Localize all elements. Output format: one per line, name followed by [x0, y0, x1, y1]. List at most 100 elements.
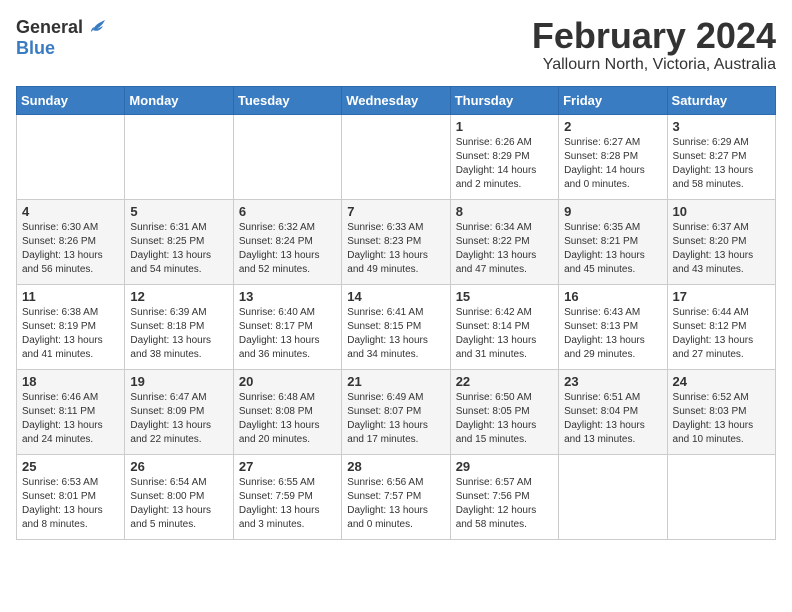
calendar-cell: 28Sunrise: 6:56 AM Sunset: 7:57 PM Dayli… [342, 454, 450, 539]
day-number: 13 [239, 289, 336, 304]
day-info: Sunrise: 6:37 AM Sunset: 8:20 PM Dayligh… [673, 221, 770, 277]
calendar-cell: 5 Sunrise: 6:31 AM Sunset: 8:25 PM Daylig… [125, 199, 233, 284]
day-number: 4 [22, 204, 119, 219]
calendar-cell [667, 454, 775, 539]
day-info: Sunrise: 6:27 AM Sunset: 8:28 PM Dayligh… [564, 136, 661, 192]
day-number: 14 [347, 289, 444, 304]
day-number: 12 [130, 289, 227, 304]
day-info: Sunrise: 6:35 AM Sunset: 8:21 PM Dayligh… [564, 221, 661, 277]
day-info: Sunrise: 6:32 AM Sunset: 8:24 PM Dayligh… [239, 221, 336, 277]
title-section: February 2024 Yallourn North, Victoria, … [532, 16, 776, 74]
calendar-cell: 6 Sunrise: 6:32 AM Sunset: 8:24 PM Daylig… [233, 199, 341, 284]
day-number: 3 [673, 119, 770, 134]
day-number: 7 [347, 204, 444, 219]
calendar-cell: 24 Sunrise: 6:52 AM Sunset: 8:03 PM Dayli… [667, 369, 775, 454]
page-header: General Blue February 2024 Yallourn Nort… [16, 16, 776, 74]
calendar-cell: 23Sunrise: 6:51 AM Sunset: 8:04 PM Dayli… [559, 369, 667, 454]
day-info: Sunrise: 6:33 AM Sunset: 8:23 PM Dayligh… [347, 221, 444, 277]
calendar-cell: 19 Sunrise: 6:47 AM Sunset: 8:09 PM Dayli… [125, 369, 233, 454]
day-number: 9 [564, 204, 661, 219]
day-info: Sunrise: 6:54 AM Sunset: 8:00 PM Dayligh… [130, 476, 227, 532]
day-info: Sunrise: 6:56 AM Sunset: 7:57 PM Dayligh… [347, 476, 444, 532]
calendar-cell: 18 Sunrise: 6:46 AM Sunset: 8:11 PM Dayli… [17, 369, 125, 454]
calendar-cell: 26 Sunrise: 6:54 AM Sunset: 8:00 PM Dayli… [125, 454, 233, 539]
day-of-week-header: Friday [559, 86, 667, 114]
logo-blue-text: Blue [16, 38, 55, 59]
calendar-cell: 22 Sunrise: 6:50 AM Sunset: 8:05 PM Dayli… [450, 369, 558, 454]
calendar-cell: 16 Sunrise: 6:43 AM Sunset: 8:13 PM Dayli… [559, 284, 667, 369]
day-info: Sunrise: 6:44 AM Sunset: 8:12 PM Dayligh… [673, 306, 770, 362]
day-info: Sunrise: 6:39 AM Sunset: 8:18 PM Dayligh… [130, 306, 227, 362]
day-info: Sunrise: 6:31 AM Sunset: 8:25 PM Dayligh… [130, 221, 227, 277]
day-number: 22 [456, 374, 553, 389]
day-number: 6 [239, 204, 336, 219]
calendar-cell: 9 Sunrise: 6:35 AM Sunset: 8:21 PM Daylig… [559, 199, 667, 284]
calendar-week-row: 18 Sunrise: 6:46 AM Sunset: 8:11 PM Dayli… [17, 369, 776, 454]
calendar-week-row: 11 Sunrise: 6:38 AM Sunset: 8:19 PM Dayli… [17, 284, 776, 369]
day-number: 21 [347, 374, 444, 389]
calendar-cell [233, 114, 341, 199]
calendar-header-row: SundayMondayTuesdayWednesdayThursdayFrid… [17, 86, 776, 114]
day-of-week-header: Tuesday [233, 86, 341, 114]
calendar-cell: 1 Sunrise: 6:26 AM Sunset: 8:29 PM Daylig… [450, 114, 558, 199]
calendar-table: SundayMondayTuesdayWednesdayThursdayFrid… [16, 86, 776, 540]
day-number: 8 [456, 204, 553, 219]
day-number: 20 [239, 374, 336, 389]
calendar-cell: 12 Sunrise: 6:39 AM Sunset: 8:18 PM Dayli… [125, 284, 233, 369]
day-number: 17 [673, 289, 770, 304]
day-number: 19 [130, 374, 227, 389]
logo-general-text: General [16, 17, 83, 38]
logo: General Blue [16, 16, 107, 59]
day-info: Sunrise: 6:46 AM Sunset: 8:11 PM Dayligh… [22, 391, 119, 447]
day-of-week-header: Sunday [17, 86, 125, 114]
day-info: Sunrise: 6:26 AM Sunset: 8:29 PM Dayligh… [456, 136, 553, 192]
calendar-cell: 17 Sunrise: 6:44 AM Sunset: 8:12 PM Dayli… [667, 284, 775, 369]
day-info: Sunrise: 6:38 AM Sunset: 8:19 PM Dayligh… [22, 306, 119, 362]
day-number: 15 [456, 289, 553, 304]
day-info: Sunrise: 6:48 AM Sunset: 8:08 PM Dayligh… [239, 391, 336, 447]
day-number: 5 [130, 204, 227, 219]
day-info: Sunrise: 6:43 AM Sunset: 8:13 PM Dayligh… [564, 306, 661, 362]
calendar-cell: 27 Sunrise: 6:55 AM Sunset: 7:59 PM Dayli… [233, 454, 341, 539]
day-number: 24 [673, 374, 770, 389]
day-of-week-header: Saturday [667, 86, 775, 114]
day-info: Sunrise: 6:40 AM Sunset: 8:17 PM Dayligh… [239, 306, 336, 362]
calendar-cell: 21Sunrise: 6:49 AM Sunset: 8:07 PM Dayli… [342, 369, 450, 454]
day-number: 27 [239, 459, 336, 474]
calendar-week-row: 4 Sunrise: 6:30 AM Sunset: 8:26 PM Daylig… [17, 199, 776, 284]
day-of-week-header: Wednesday [342, 86, 450, 114]
calendar-cell: 25Sunrise: 6:53 AM Sunset: 8:01 PM Dayli… [17, 454, 125, 539]
calendar-cell: 4 Sunrise: 6:30 AM Sunset: 8:26 PM Daylig… [17, 199, 125, 284]
day-number: 10 [673, 204, 770, 219]
calendar-cell: 13 Sunrise: 6:40 AM Sunset: 8:17 PM Dayli… [233, 284, 341, 369]
day-info: Sunrise: 6:41 AM Sunset: 8:15 PM Dayligh… [347, 306, 444, 362]
calendar-cell [559, 454, 667, 539]
day-info: Sunrise: 6:55 AM Sunset: 7:59 PM Dayligh… [239, 476, 336, 532]
calendar-cell [342, 114, 450, 199]
day-number: 29 [456, 459, 553, 474]
day-number: 18 [22, 374, 119, 389]
calendar-cell: 8Sunrise: 6:34 AM Sunset: 8:22 PM Daylig… [450, 199, 558, 284]
day-of-week-header: Thursday [450, 86, 558, 114]
calendar-cell [17, 114, 125, 199]
calendar-cell: 10 Sunrise: 6:37 AM Sunset: 8:20 PM Dayli… [667, 199, 775, 284]
day-number: 11 [22, 289, 119, 304]
day-info: Sunrise: 6:50 AM Sunset: 8:05 PM Dayligh… [456, 391, 553, 447]
day-number: 25 [22, 459, 119, 474]
day-info: Sunrise: 6:30 AM Sunset: 8:26 PM Dayligh… [22, 221, 119, 277]
calendar-cell: 15 Sunrise: 6:42 AM Sunset: 8:14 PM Dayli… [450, 284, 558, 369]
calendar-cell: 2 Sunrise: 6:27 AM Sunset: 8:28 PM Daylig… [559, 114, 667, 199]
location-subtitle: Yallourn North, Victoria, Australia [532, 56, 776, 74]
day-info: Sunrise: 6:29 AM Sunset: 8:27 PM Dayligh… [673, 136, 770, 192]
day-number: 1 [456, 119, 553, 134]
day-info: Sunrise: 6:52 AM Sunset: 8:03 PM Dayligh… [673, 391, 770, 447]
day-number: 16 [564, 289, 661, 304]
day-number: 2 [564, 119, 661, 134]
calendar-week-row: 25Sunrise: 6:53 AM Sunset: 8:01 PM Dayli… [17, 454, 776, 539]
day-info: Sunrise: 6:42 AM Sunset: 8:14 PM Dayligh… [456, 306, 553, 362]
logo-bird-icon [85, 16, 107, 38]
day-info: Sunrise: 6:47 AM Sunset: 8:09 PM Dayligh… [130, 391, 227, 447]
day-number: 26 [130, 459, 227, 474]
calendar-cell: 3 Sunrise: 6:29 AM Sunset: 8:27 PM Daylig… [667, 114, 775, 199]
calendar-cell: 11 Sunrise: 6:38 AM Sunset: 8:19 PM Dayli… [17, 284, 125, 369]
